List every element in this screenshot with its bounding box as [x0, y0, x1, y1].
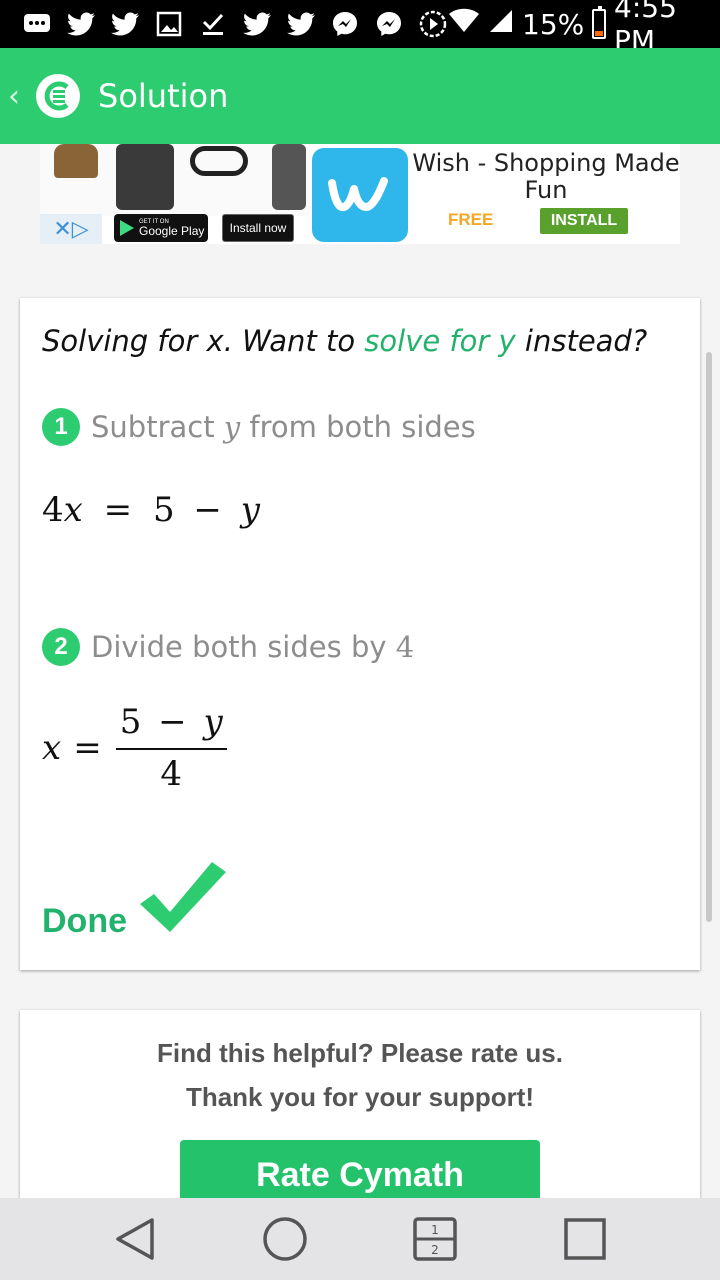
eq1-equals: = [103, 490, 133, 530]
eq1-var-x: x [63, 490, 83, 530]
messenger-icon [330, 10, 360, 38]
home-icon[interactable] [255, 1209, 315, 1269]
google-play-icon [120, 220, 134, 236]
fraction-numerator: 5 − y [116, 702, 227, 748]
step-text-before: Subtract [91, 410, 224, 444]
media-icon [418, 10, 448, 38]
message-icon [22, 10, 52, 38]
step-math-term: 4 [395, 630, 415, 664]
step-2: 2 Divide both sides by 4 [42, 628, 414, 666]
status-bar: 15% 4:55 PM [0, 0, 720, 57]
eq2-var-y: y [203, 702, 223, 742]
battery-icon [592, 6, 607, 39]
checkmark-icon [136, 860, 228, 941]
svg-text:1: 1 [431, 1223, 439, 1237]
back-icon[interactable] [105, 1209, 165, 1269]
wish-logo-icon [312, 148, 408, 242]
eq2-const: 5 [119, 702, 142, 742]
eq1-coef: 4 [42, 490, 64, 530]
solution-card: Solving for x. Want to solve for y inste… [20, 298, 700, 970]
dual-window-icon[interactable]: 12 [405, 1209, 465, 1269]
recents-icon[interactable] [555, 1209, 615, 1269]
messenger-icon [374, 10, 404, 38]
step-1: 1 Subtract y from both sides [42, 408, 476, 446]
step-math-term: y [223, 410, 241, 444]
ad-title: Wish - Shopping Made Fun [412, 149, 680, 204]
step-text-before: Divide both sides by [91, 630, 396, 664]
install-button[interactable]: INSTALL [540, 208, 628, 234]
adchoices-icon[interactable]: ✕▷ [40, 214, 102, 244]
eq1-const: 5 [152, 490, 175, 530]
solve-intro: Solving for x. Want to solve for y inste… [42, 324, 647, 358]
done-label: Done [42, 902, 127, 940]
twitter-icon [242, 10, 272, 38]
ad-banner[interactable]: ✕▷ GET IT ON Google Play Install now Wis… [40, 144, 680, 244]
twitter-icon [286, 10, 316, 38]
google-play-label: Google Play [139, 224, 205, 238]
equation-1: 4x = 5 − y [42, 490, 260, 530]
twitter-icon [110, 10, 140, 38]
headphones-image [190, 146, 248, 176]
twitter-icon [66, 10, 96, 38]
ad-price: FREE [448, 210, 494, 229]
navigation-bar: 12 [0, 1198, 720, 1280]
page-title: Solution [98, 77, 229, 115]
step-description: Divide both sides by 4 [91, 630, 414, 664]
app-bar: ‹ Solution [0, 48, 720, 144]
battery-percent: 15% [522, 7, 585, 41]
coat-image [272, 144, 306, 210]
step-number: 2 [42, 628, 80, 666]
wifi-icon [448, 8, 480, 41]
signal-icon [488, 8, 514, 41]
fraction-denominator: 4 [160, 754, 182, 794]
image-icon [154, 10, 184, 38]
step-description: Subtract y from both sides [91, 410, 476, 444]
download-done-icon [198, 10, 228, 38]
install-now-button[interactable]: Install now [222, 214, 294, 242]
eq2-minus: − [158, 702, 187, 742]
ad-product-images [40, 144, 310, 216]
step-text-after: from both sides [240, 410, 476, 444]
intro-suffix: instead? [515, 324, 648, 358]
google-play-badge[interactable]: GET IT ON Google Play [114, 214, 208, 242]
rate-prompt: Find this helpful? Please rate us. [157, 1038, 563, 1068]
notification-icons [22, 10, 448, 38]
jacket-image [116, 144, 174, 210]
step-number: 1 [42, 408, 80, 446]
svg-text:2: 2 [431, 1243, 439, 1257]
fraction: 5 − y 4 [115, 702, 227, 794]
scrollbar[interactable] [706, 352, 712, 922]
cymath-logo-icon[interactable] [36, 74, 80, 118]
eq2-var-x: x [42, 728, 62, 768]
solve-for-y-link[interactable]: solve for y [364, 324, 515, 358]
equation-2: x = 5 − y 4 [42, 702, 227, 794]
shoe-image [54, 144, 98, 178]
eq1-minus: − [193, 490, 222, 530]
eq2-equals: = [73, 728, 102, 768]
back-chevron-icon[interactable]: ‹ [8, 79, 30, 114]
eq1-var-y: y [240, 490, 260, 530]
rate-thanks: Thank you for your support! [185, 1082, 535, 1112]
intro-prefix: Solving for x. Want to [42, 324, 365, 358]
